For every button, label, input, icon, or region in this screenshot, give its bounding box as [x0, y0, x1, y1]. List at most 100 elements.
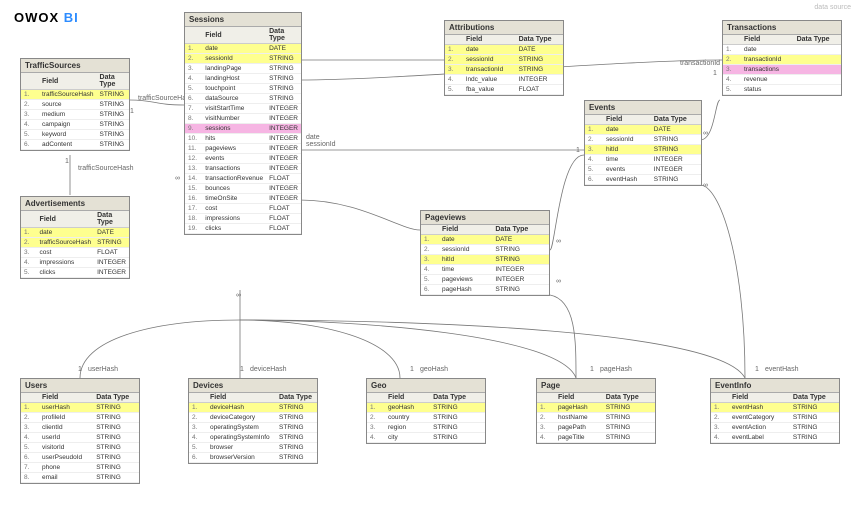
field-row: 1.geoHashSTRING [367, 403, 485, 413]
column-header-row: FieldData Type [367, 393, 485, 403]
field-row: 13.transactionsINTEGER [185, 164, 301, 174]
card-inf: ∞ [556, 278, 561, 285]
field-row: 7.phoneSTRING [21, 463, 139, 473]
entity-pageviews[interactable]: PageviewsFieldData Type1.dateDATE2.sessi… [420, 210, 550, 296]
entity-users[interactable]: UsersFieldData Type1.userHashSTRING2.pro… [20, 378, 140, 484]
field-row: 1.deviceHashSTRING [189, 403, 317, 413]
entity-title: Advertisements [21, 197, 129, 211]
column-header-row: FieldData Type [537, 393, 655, 403]
field-row: 2.transactionId [723, 55, 841, 65]
field-row: 4.userIdSTRING [21, 433, 139, 443]
card-1: 1 [240, 366, 244, 373]
rel-label: userHash [88, 366, 118, 373]
field-row: 3.clientIdSTRING [21, 423, 139, 433]
field-row: 3.landingPageSTRING [185, 64, 301, 74]
field-row: 3.regionSTRING [367, 423, 485, 433]
field-row: 4.campaignSTRING [21, 120, 129, 130]
field-row: 4.landingHostSTRING [185, 74, 301, 84]
field-row: 3.hitIdSTRING [421, 255, 549, 265]
column-header-row: FieldData Type [585, 115, 701, 125]
card-inf: ∞ [703, 182, 708, 189]
entity-page[interactable]: PageFieldData Type1.pageHashSTRING2.host… [536, 378, 656, 444]
field-row: 4.impressionsINTEGER [21, 258, 129, 268]
field-row: 4.pageTitleSTRING [537, 433, 655, 443]
field-row: 1.dateDATE [185, 44, 301, 54]
field-row: 12.eventsINTEGER [185, 154, 301, 164]
field-row: 16.timeOnSiteINTEGER [185, 194, 301, 204]
entity-title: Sessions [185, 13, 301, 27]
field-row: 2.countrySTRING [367, 413, 485, 423]
field-row: 2.eventCategorySTRING [711, 413, 839, 423]
field-row: 7.visitStartTimeINTEGER [185, 104, 301, 114]
entity-title: EventInfo [711, 379, 839, 393]
column-header-row: FieldData Type [21, 393, 139, 403]
field-row: 19.clicksFLOAT [185, 224, 301, 234]
card-inf: ∞ [175, 175, 180, 182]
field-row: 3.transactionIdSTRING [445, 65, 563, 75]
field-row: 2.hostNameSTRING [537, 413, 655, 423]
field-row: 3.operatingSystemSTRING [189, 423, 317, 433]
field-row: 3.costFLOAT [21, 248, 129, 258]
field-row: 4.lndc_valueINTEGER [445, 75, 563, 85]
field-row: 2.sessionIdSTRING [421, 245, 549, 255]
field-row: 17.costFLOAT [185, 204, 301, 214]
entity-title: Transactions [723, 21, 841, 35]
card-inf: ∞ [703, 130, 708, 137]
card-1: 1 [410, 366, 414, 373]
field-row: 11.pageviewsINTEGER [185, 144, 301, 154]
rel-label: deviceHash [250, 366, 287, 373]
field-row: 3.mediumSTRING [21, 110, 129, 120]
field-row: 5.touchpointSTRING [185, 84, 301, 94]
field-row: 8.visitNumberINTEGER [185, 114, 301, 124]
field-row: 2.deviceCategorySTRING [189, 413, 317, 423]
rel-label: date [306, 134, 320, 141]
field-row: 3.transactions [723, 65, 841, 75]
field-row: 5.eventsINTEGER [585, 165, 701, 175]
column-header-row: FieldData Type [189, 393, 317, 403]
entity-devices[interactable]: DevicesFieldData Type1.deviceHashSTRING2… [188, 378, 318, 464]
entity-title: Devices [189, 379, 317, 393]
entity-title: Attributions [445, 21, 563, 35]
field-row: 9.sessionsINTEGER [185, 124, 301, 134]
field-row: 14.transactionRevenueFLOAT [185, 174, 301, 184]
column-header-row: FieldData Type [185, 27, 301, 44]
entity-advertisements[interactable]: AdvertisementsFieldData Type1.dateDATE2.… [20, 196, 130, 279]
rel-label: pageHash [600, 366, 632, 373]
entity-events[interactable]: EventsFieldData Type1.dateDATE2.sessionI… [584, 100, 702, 186]
card-inf: ∞ [236, 292, 241, 299]
field-row: 6.pageHashSTRING [421, 285, 549, 295]
card-1: 1 [65, 158, 69, 165]
field-row: 1.dateDATE [445, 45, 563, 55]
field-row: 6.eventHashSTRING [585, 175, 701, 185]
card-1: 1 [713, 70, 717, 77]
field-row: 6.browserVersionSTRING [189, 453, 317, 463]
field-row: 2.trafficSourceHashSTRING [21, 238, 129, 248]
entity-transactions[interactable]: TransactionsFieldData Type1.date2.transa… [722, 20, 842, 96]
field-row: 5.browserSTRING [189, 443, 317, 453]
entity-sessions[interactable]: SessionsFieldData Type1.dateDATE2.sessio… [184, 12, 302, 235]
field-row: 1.dateDATE [21, 228, 129, 238]
field-row: 1.trafficSourceHashSTRING [21, 90, 129, 100]
field-row: 4.timeINTEGER [585, 155, 701, 165]
field-row: 1.date [723, 45, 841, 55]
card-1: 1 [78, 366, 82, 373]
field-row: 1.eventHashSTRING [711, 403, 839, 413]
entity-trafficsources[interactable]: TrafficSourcesFieldData Type1.trafficSou… [20, 58, 130, 151]
rel-label: transactionId [680, 60, 720, 67]
field-row: 4.timeINTEGER [421, 265, 549, 275]
entity-attributions[interactable]: AttributionsFieldData Type1.dateDATE2.se… [444, 20, 564, 96]
card-1: 1 [130, 108, 134, 115]
field-row: 2.sourceSTRING [21, 100, 129, 110]
data-source-label: data source [814, 4, 851, 11]
field-row: 5.status [723, 85, 841, 95]
card-inf: ∞ [556, 238, 561, 245]
field-row: 5.keywordSTRING [21, 130, 129, 140]
field-row: 5.visitorIdSTRING [21, 443, 139, 453]
field-row: 15.bouncesINTEGER [185, 184, 301, 194]
entity-title: Page [537, 379, 655, 393]
entity-title: Geo [367, 379, 485, 393]
entity-eventinfo[interactable]: EventInfoFieldData Type1.eventHashSTRING… [710, 378, 840, 444]
entity-title: Users [21, 379, 139, 393]
entity-geo[interactable]: GeoFieldData Type1.geoHashSTRING2.countr… [366, 378, 486, 444]
field-row: 5.fba_valueFLOAT [445, 85, 563, 95]
